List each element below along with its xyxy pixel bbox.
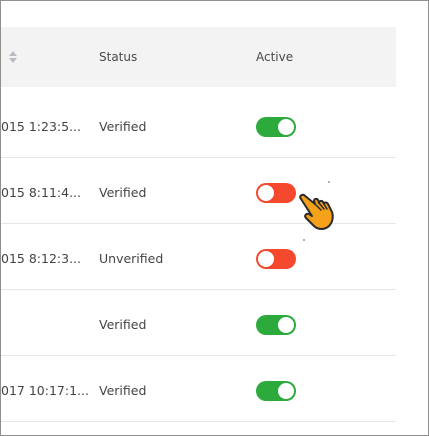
table-row: 017 10:17:1... Verified: [1, 355, 396, 422]
click-ripple-dot: [303, 239, 305, 241]
active-toggle[interactable]: [256, 381, 296, 401]
cell-status: Verified: [99, 317, 147, 332]
cell-date: 015 1:23:5...: [1, 119, 81, 134]
column-header-status[interactable]: Status: [99, 27, 137, 87]
cell-status: Verified: [99, 383, 147, 398]
cell-status: Verified: [99, 185, 147, 200]
cell-status: Verified: [99, 119, 147, 134]
sort-arrows-icon[interactable]: [8, 50, 18, 64]
pointing-hand-cursor-icon: [299, 193, 334, 230]
table-header: Status Active: [1, 27, 396, 87]
toggle-knob: [258, 251, 274, 267]
toggle-knob: [258, 185, 274, 201]
cell-date: 015 8:11:4...: [1, 185, 81, 200]
active-toggle[interactable]: [256, 183, 296, 203]
active-toggle[interactable]: [256, 117, 296, 137]
toggle-knob: [278, 317, 294, 333]
toggle-knob: [278, 383, 294, 399]
cell-date: 017 10:17:1...: [1, 383, 89, 398]
column-header-active[interactable]: Active: [256, 27, 293, 87]
table-row: 015 1:23:5... Verified: [1, 91, 396, 158]
cell-date: 015 8:12:3...: [1, 251, 81, 266]
table-row: 015 8:12:3... Unverified: [1, 223, 396, 290]
active-toggle[interactable]: [256, 315, 296, 335]
click-ripple-dot: [328, 181, 330, 183]
table-frame: Status Active 015 1:23:5... Verified 015…: [0, 0, 429, 436]
table-row: Verified: [1, 289, 396, 356]
active-toggle[interactable]: [256, 249, 296, 269]
cell-status: Unverified: [99, 251, 164, 266]
toggle-knob: [278, 119, 294, 135]
